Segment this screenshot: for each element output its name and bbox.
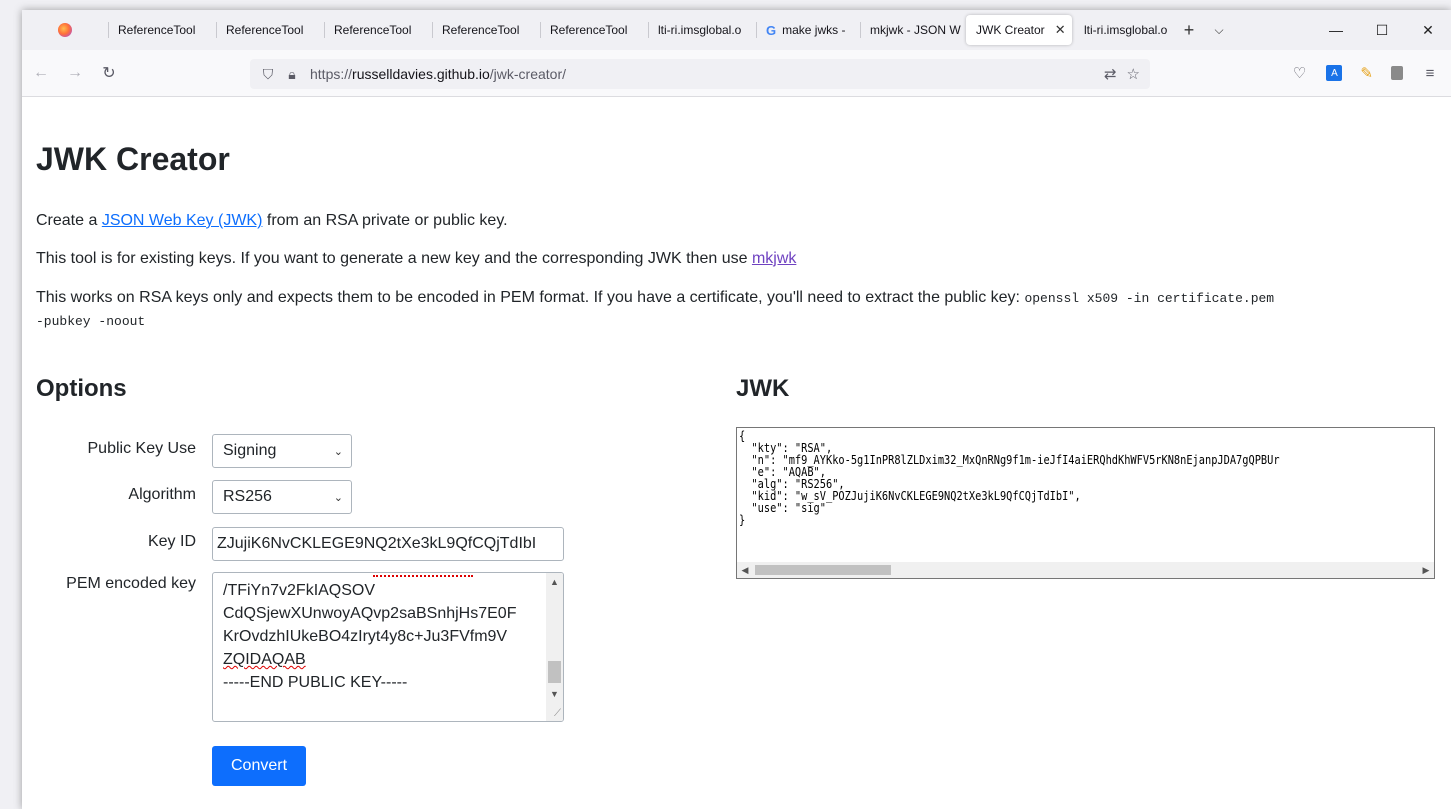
- tool-paragraph: This tool is for existing keys. If you w…: [36, 248, 1426, 270]
- tab-label: JWK Creator: [976, 23, 1045, 37]
- tab-lti-ri-1[interactable]: lti-ri.imsglobal.o: [648, 10, 756, 50]
- page-title: JWK Creator: [36, 141, 230, 177]
- scroll-thumb[interactable]: [755, 565, 891, 575]
- pem-line: CdQSjewXUnwoyAQvp2saBSnhjHs7E0F: [223, 605, 517, 622]
- intro-suffix: from an RSA private or public key.: [262, 212, 508, 229]
- mkjwk-link[interactable]: mkjwk: [752, 250, 796, 267]
- options-heading: Options: [36, 375, 127, 402]
- tab-label: ReferenceTool: [550, 23, 628, 37]
- tab-referencetool-1[interactable]: ReferenceTool: [108, 10, 216, 50]
- spellcheck-underline: [373, 573, 473, 577]
- url-prefix: https://: [310, 66, 353, 82]
- algorithm-label: Algorithm: [128, 486, 196, 503]
- resize-grip-icon[interactable]: ⟋: [554, 708, 561, 719]
- bookmark-star-icon[interactable]: ☆: [1127, 65, 1140, 83]
- brush-extension-icon[interactable]: ✎: [1360, 64, 1373, 82]
- scroll-down-icon[interactable]: ▼: [546, 685, 563, 702]
- translate-page-icon[interactable]: ⇄: [1104, 65, 1117, 83]
- desktop-background: ReferenceTool ReferenceTool ReferenceToo…: [0, 0, 1451, 809]
- tab-label: ReferenceTool: [334, 23, 412, 37]
- tab-label: make jwks -: [782, 23, 846, 37]
- pem-line: -----END PUBLIC KEY-----: [223, 674, 408, 691]
- tab-strip: ReferenceTool ReferenceTool ReferenceToo…: [22, 10, 1451, 50]
- chevron-down-icon: ⌄: [333, 445, 343, 458]
- close-window-button[interactable]: ✕: [1405, 10, 1451, 50]
- scroll-thumb[interactable]: [548, 661, 561, 683]
- tab-label: ReferenceTool: [118, 23, 196, 37]
- navigation-toolbar: ← → ↻ ⛉ 🔒︎ https://russelldavies.github.…: [22, 50, 1451, 97]
- list-tabs-chevron-icon[interactable]: ⌵: [1204, 10, 1234, 50]
- maximize-button[interactable]: ☐: [1359, 10, 1405, 50]
- convert-button[interactable]: Convert: [212, 746, 306, 786]
- pem-line: KrOvdzhIUkeBO4zIryt4y8c+Ju3FVfm9V: [223, 628, 508, 645]
- tab-label: lti-ri.imsglobal.o: [658, 23, 742, 37]
- tab-referencetool-4[interactable]: ReferenceTool: [432, 10, 540, 50]
- pem-key-textarea[interactable]: /TFiYn7v2FkIAQSOV CdQSjewXUnwoyAQvp2saBS…: [212, 572, 564, 722]
- jwk-horizontal-scrollbar[interactable]: ◀ ▶: [737, 562, 1434, 578]
- tab-jwk-creator[interactable]: JWK Creator ✕: [966, 15, 1072, 45]
- tab-referencetool-2[interactable]: ReferenceTool: [216, 10, 324, 50]
- scroll-right-icon[interactable]: ▶: [1418, 562, 1434, 578]
- scroll-up-icon[interactable]: ▲: [546, 573, 563, 590]
- new-tab-plus-icon[interactable]: +: [1174, 10, 1204, 50]
- tab-label: lti-ri.imsglobal.o: [1084, 23, 1168, 37]
- google-icon: G: [766, 22, 777, 38]
- forward-arrow-icon[interactable]: →: [60, 58, 90, 88]
- page-content: JWK Creator Create a JSON Web Key (JWK) …: [22, 97, 1451, 809]
- key-id-input[interactable]: ZJujiK6NvCKLEGE9NQ2tXe3kL9QfCQjTdIbI: [212, 527, 564, 561]
- browser-window: ReferenceTool ReferenceTool ReferenceToo…: [22, 10, 1451, 809]
- lock-icon[interactable]: 🔒︎: [280, 66, 304, 83]
- key-id-label: Key ID: [147, 533, 196, 550]
- rsa-text: This works on RSA keys only and expects …: [36, 289, 1025, 306]
- tab-label: ReferenceTool: [226, 23, 304, 37]
- url-bar[interactable]: ⛉ 🔒︎ https://russelldavies.github.io/jwk…: [250, 59, 1150, 89]
- url-text[interactable]: https://russelldavies.github.io/jwk-crea…: [310, 66, 566, 82]
- tab-lti-ri-2[interactable]: lti-ri.imsglobal.o: [1074, 10, 1174, 50]
- pem-line: ZQIDAQAB: [223, 651, 306, 668]
- openssl-command: openssl x509 -in certificate.pem: [1024, 291, 1275, 306]
- minimize-button[interactable]: —: [1313, 10, 1359, 50]
- url-domain: russelldavies.github.io: [352, 66, 490, 82]
- public-key-use-label: Public Key Use: [87, 440, 197, 457]
- close-tab-icon[interactable]: ✕: [1055, 22, 1066, 38]
- scroll-left-icon[interactable]: ◀: [737, 562, 753, 578]
- bin-extension-icon[interactable]: [1391, 66, 1403, 80]
- chevron-down-icon: ⌄: [333, 491, 343, 504]
- algorithm-select[interactable]: RS256 ⌄: [212, 480, 352, 514]
- key-id-value: ZJujiK6NvCKLEGE9NQ2tXe3kL9QfCQjTdIbI: [217, 535, 537, 552]
- tab-label: mkjwk - JSON W: [870, 23, 961, 37]
- back-arrow-icon[interactable]: ←: [26, 58, 56, 88]
- firefox-icon: [58, 23, 72, 37]
- rsa-paragraph: This works on RSA keys only and expects …: [36, 287, 1426, 333]
- intro-prefix: Create a: [36, 212, 102, 229]
- pem-key-label: PEM encoded key: [66, 575, 196, 592]
- jwk-spec-link[interactable]: JSON Web Key (JWK): [102, 212, 263, 229]
- hamburger-menu-icon[interactable]: ≡: [1421, 65, 1439, 82]
- tab-referencetool-5[interactable]: ReferenceTool: [540, 10, 648, 50]
- intro-paragraph: Create a JSON Web Key (JWK) from an RSA …: [36, 210, 1426, 232]
- translate-extension-icon[interactable]: A: [1326, 65, 1343, 81]
- reload-icon[interactable]: ↻: [94, 58, 124, 88]
- tab-referencetool-3[interactable]: ReferenceTool: [324, 10, 432, 50]
- tab-label: ReferenceTool: [442, 23, 520, 37]
- firefox-menu[interactable]: [22, 10, 108, 50]
- pem-line: /TFiYn7v2FkIAQSOV: [223, 582, 376, 599]
- public-key-use-select[interactable]: Signing ⌄: [212, 434, 352, 468]
- pem-scrollbar[interactable]: ▲ ▼: [546, 573, 563, 721]
- pocket-icon[interactable]: ♡: [1290, 64, 1308, 82]
- public-key-use-value: Signing: [223, 442, 277, 459]
- openssl-command-cont: -pubkey -noout: [36, 314, 146, 329]
- tab-mkjwk[interactable]: mkjwk - JSON W: [860, 10, 964, 50]
- tool-text: This tool is for existing keys. If you w…: [36, 250, 752, 267]
- tracking-shield-icon[interactable]: ⛉: [256, 66, 280, 83]
- tab-make-jwks[interactable]: Gmake jwks -: [756, 10, 860, 50]
- algorithm-value: RS256: [223, 488, 272, 505]
- url-path: /jwk-creator/: [489, 66, 567, 82]
- jwk-output[interactable]: { "kty": "RSA", "n": "mf9_AYKko-5g1InPR8…: [736, 427, 1435, 579]
- jwk-heading: JWK: [736, 375, 790, 402]
- jwk-output-text: { "kty": "RSA", "n": "mf9_AYKko-5g1InPR8…: [739, 429, 1280, 527]
